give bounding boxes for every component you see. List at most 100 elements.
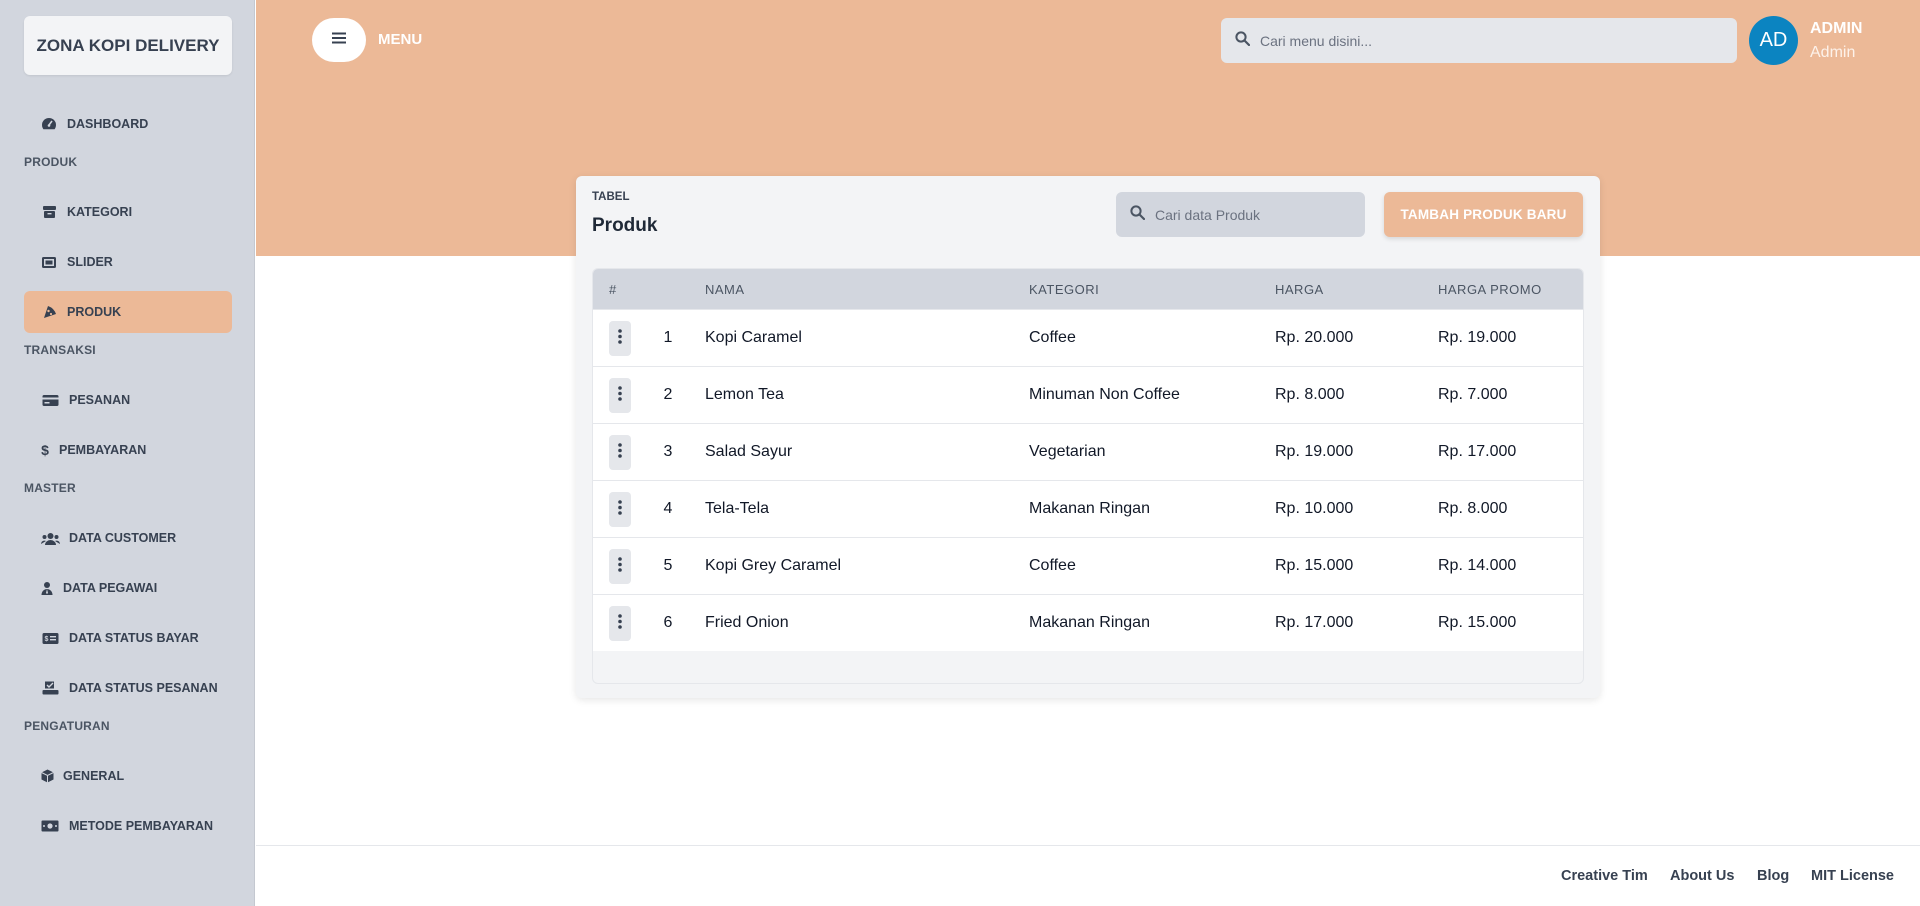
cell-harga-promo: Rp. 8.000 [1438, 500, 1508, 517]
cell-harga-promo: Rp. 7.000 [1438, 386, 1508, 403]
sidebar-item-label: DATA PEGAWAI [63, 581, 158, 595]
cell-nama: Fried Onion [705, 614, 789, 631]
archive-icon [40, 205, 58, 219]
cell-harga: Rp. 8.000 [1275, 386, 1345, 403]
users-icon [40, 531, 60, 545]
nav-section-transaksi: TRANSAKSI [24, 343, 96, 357]
table-row: 1 Kopi Caramel Coffee Rp. 20.000 Rp. 19.… [593, 309, 1583, 366]
row-actions-button[interactable] [609, 321, 631, 356]
more-vertical-icon [618, 442, 622, 463]
cell-kategori: Coffee [1029, 557, 1076, 574]
sidebar-item-label: PEMBAYARAN [59, 443, 147, 457]
cell-harga-promo: Rp. 19.000 [1438, 329, 1517, 346]
sidebar-item-data-pegawai[interactable]: DATA PEGAWAI [24, 567, 232, 609]
cell-nama: Kopi Grey Caramel [705, 557, 842, 574]
sidebar-item-general[interactable]: GENERAL [24, 755, 232, 797]
sidebar-item-label: DATA STATUS BAYAR [69, 631, 199, 645]
more-vertical-icon [618, 385, 622, 406]
footer-link-blog[interactable]: Blog [1757, 868, 1789, 884]
brand-logo[interactable]: ZONA KOPI DELIVERY [24, 16, 232, 75]
menu-label[interactable]: MENU [378, 31, 422, 48]
footer-divider [256, 845, 1920, 846]
dollar-icon: $ [41, 442, 49, 458]
column-header-harga: HARGA [1275, 282, 1324, 297]
table-row: 5 Kopi Grey Caramel Coffee Rp. 15.000 Rp… [593, 537, 1583, 594]
column-header-harga-promo: HARGA PROMO [1438, 282, 1542, 297]
sidebar-item-data-status-bayar[interactable]: $ DATA STATUS BAYAR [24, 617, 232, 659]
nav-section-master: MASTER [24, 481, 76, 495]
cell-number: 2 [663, 386, 673, 403]
cell-harga: Rp. 19.000 [1275, 443, 1354, 460]
produk-card: TABEL Produk TAMBAH PRODUK BARU # NAMA K… [576, 176, 1600, 698]
header-search-input[interactable] [1260, 32, 1720, 49]
row-actions-button[interactable] [609, 435, 631, 470]
cell-nama: Salad Sayur [705, 443, 793, 460]
sidebar-item-produk[interactable]: PRODUK [24, 291, 232, 333]
sidebar-item-label: DATA CUSTOMER [69, 531, 177, 545]
sidebar-item-label: DASHBOARD [67, 117, 149, 131]
cell-kategori: Coffee [1029, 329, 1076, 346]
produk-table: # NAMA KATEGORI HARGA HARGA PROMO 1 Kopi… [592, 268, 1584, 684]
row-actions-button[interactable] [609, 378, 631, 413]
sidebar-item-label: SLIDER [67, 255, 113, 269]
table-row: 2 Lemon Tea Minuman Non Coffee Rp. 8.000… [593, 366, 1583, 423]
cell-nama: Lemon Tea [705, 386, 784, 403]
sidebar-item-label: GENERAL [63, 769, 125, 783]
column-header-kategori: KATEGORI [1029, 282, 1100, 297]
user-name[interactable]: ADMIN [1810, 20, 1862, 38]
produk-search[interactable] [1116, 192, 1365, 237]
more-vertical-icon [618, 556, 622, 577]
footer-link-mit-license[interactable]: MIT License [1811, 868, 1894, 884]
search-icon [1235, 30, 1251, 51]
cell-nama: Kopi Caramel [705, 329, 802, 346]
table-row: 3 Salad Sayur Vegetarian Rp. 19.000 Rp. … [593, 423, 1583, 480]
sidebar-item-metode-pembayaran[interactable]: METODE PEMBAYARAN [24, 805, 232, 847]
table-header: # NAMA KATEGORI HARGA HARGA PROMO [593, 269, 1583, 309]
cell-harga: Rp. 10.000 [1275, 500, 1354, 517]
sidebar-item-kategori[interactable]: KATEGORI [24, 191, 232, 233]
search-icon [1130, 204, 1146, 225]
cell-kategori: Makanan Ringan [1029, 500, 1150, 517]
cell-harga: Rp. 15.000 [1275, 557, 1354, 574]
more-vertical-icon [618, 499, 622, 520]
cell-number: 3 [663, 443, 673, 460]
row-actions-button[interactable] [609, 492, 631, 527]
menu-toggle-button[interactable] [312, 18, 366, 62]
cell-number: 6 [663, 614, 673, 631]
card-subtitle: TABEL [592, 191, 630, 203]
cell-kategori: Minuman Non Coffee [1029, 386, 1180, 403]
sidebar-item-dashboard[interactable]: DASHBOARD [24, 103, 232, 145]
sidebar-item-label: PESANAN [69, 393, 131, 407]
sidebar-item-label: KATEGORI [67, 205, 133, 219]
table-row: 4 Tela-Tela Makanan Ringan Rp. 10.000 Rp… [593, 480, 1583, 537]
sidebar-item-pembayaran[interactable]: $ PEMBAYARAN [24, 429, 232, 471]
header-search[interactable] [1221, 18, 1737, 63]
sidebar-item-data-status-pesanan[interactable]: DATA STATUS PESANAN [24, 667, 232, 709]
money-bill-icon [40, 819, 60, 833]
produk-search-input[interactable] [1155, 206, 1355, 223]
avatar[interactable]: AD [1749, 16, 1798, 65]
row-actions-button[interactable] [609, 606, 631, 641]
row-actions-button[interactable] [609, 549, 631, 584]
card-title: Produk [592, 215, 658, 236]
sidebar-item-pesanan[interactable]: PESANAN [24, 379, 232, 421]
money-check-icon: $ [40, 631, 60, 645]
footer-link-about-us[interactable]: About Us [1670, 868, 1734, 884]
cell-nama: Tela-Tela [705, 500, 770, 517]
hamburger-icon [332, 31, 346, 49]
table-row: 6 Fried Onion Makanan Ringan Rp. 17.000 … [593, 594, 1583, 651]
cell-kategori: Makanan Ringan [1029, 614, 1150, 631]
sidebar-item-slider[interactable]: SLIDER [24, 241, 232, 283]
footer-link-creative-tim[interactable]: Creative Tim [1561, 868, 1648, 884]
cell-harga-promo: Rp. 14.000 [1438, 557, 1517, 574]
sidebar-item-label: PRODUK [67, 305, 122, 319]
sidebar-item-data-customer[interactable]: DATA CUSTOMER [24, 517, 232, 559]
sidebar-item-label: DATA STATUS PESANAN [69, 681, 218, 695]
user-role: Admin [1810, 44, 1856, 61]
add-product-button[interactable]: TAMBAH PRODUK BARU [1384, 192, 1583, 237]
cell-harga-promo: Rp. 17.000 [1438, 443, 1517, 460]
column-header-nama: NAMA [705, 282, 745, 297]
slider-icon [40, 255, 58, 269]
column-header-number: # [609, 282, 617, 297]
cell-harga-promo: Rp. 15.000 [1438, 614, 1517, 631]
